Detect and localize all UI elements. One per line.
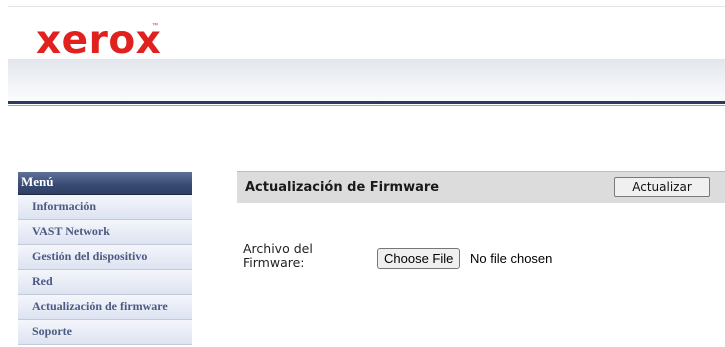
menu-item-red[interactable]: Red — [18, 270, 192, 295]
sidebar-menu: Menú Información VAST Network Gestión de… — [18, 172, 192, 345]
menu-item-gestion-dispositivo[interactable]: Gestión del dispositivo — [18, 245, 192, 270]
header-divider — [8, 101, 725, 104]
menu-item-actualizacion-firmware[interactable]: Actualización de firmware — [18, 295, 192, 320]
page-title: Actualización de Firmware — [245, 180, 440, 195]
top-divider — [8, 6, 725, 7]
firmware-file-label: Archivo del Firmware: — [243, 241, 313, 270]
choose-file-button[interactable]: Choose File — [377, 248, 461, 269]
menu-item-vast-network[interactable]: VAST Network — [18, 220, 192, 245]
section-header: Actualización de Firmware Actualizar — [237, 171, 725, 203]
menu-item-informacion[interactable]: Información — [18, 195, 192, 220]
trademark-mark: ™ — [152, 23, 158, 29]
update-button[interactable]: Actualizar — [614, 177, 710, 197]
file-status-text: No file chosen — [470, 251, 553, 266]
header-banner — [8, 59, 725, 102]
header-divider-thin — [8, 105, 725, 106]
menu-item-soporte[interactable]: Soporte — [18, 320, 192, 345]
menu-title: Menú — [18, 172, 192, 195]
